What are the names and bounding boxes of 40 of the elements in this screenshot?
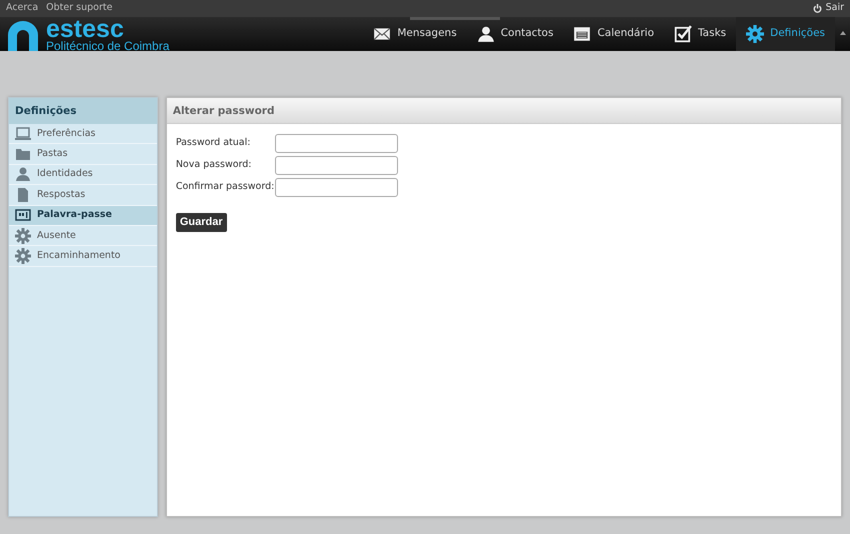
logo-subtitle: Politécnico de Coimbra xyxy=(46,40,170,52)
sidebar-item[interactable]: Encaminhamento xyxy=(9,246,157,267)
sidebar-title: Definições xyxy=(9,98,157,124)
document-icon xyxy=(15,186,31,203)
person-icon xyxy=(15,166,31,182)
nav-tab[interactable]: Definições xyxy=(736,17,835,51)
power-icon xyxy=(812,4,822,13)
password-field[interactable] xyxy=(274,178,398,197)
nav-tab[interactable]: Contactos xyxy=(466,17,564,51)
checkbox-icon xyxy=(674,25,692,43)
person-icon xyxy=(476,25,495,43)
folder-icon xyxy=(15,146,31,162)
settings-icon xyxy=(746,25,764,43)
logout-link[interactable]: Sair xyxy=(812,1,844,16)
nav-tab[interactable]: Calendário xyxy=(563,17,664,51)
nav-tab[interactable]: Tasks xyxy=(664,17,736,51)
sidebar-item[interactable]: Palavra-passe xyxy=(9,206,157,226)
sidebar-item[interactable]: Ausente xyxy=(9,226,157,246)
sidebar-item[interactable]: Pastas xyxy=(9,144,157,165)
envelope-icon xyxy=(373,25,392,43)
laptop-icon xyxy=(15,126,31,142)
calendar-icon xyxy=(573,25,592,43)
sidebar-item[interactable]: Identidades xyxy=(9,164,157,186)
header-link[interactable]: Acerca xyxy=(6,1,38,16)
nav-tab[interactable]: Mensagens xyxy=(363,17,467,51)
logo-name: estesc xyxy=(46,18,124,40)
password-field[interactable] xyxy=(274,134,398,153)
save-button[interactable]: Guardar xyxy=(176,213,227,232)
sidebar-item[interactable]: Preferências xyxy=(9,124,157,144)
header-link[interactable]: Obter suporte xyxy=(46,1,112,16)
password-field-icon xyxy=(15,207,31,224)
caret-icon[interactable] xyxy=(840,31,846,35)
panel-title: Alterar password xyxy=(166,98,841,124)
settings-icon xyxy=(15,248,31,264)
logo-icon xyxy=(8,21,38,51)
field-label: Password atual: xyxy=(176,136,252,150)
field-label: Nova password: xyxy=(176,158,252,172)
password-field[interactable] xyxy=(274,156,398,175)
field-label: Confirmar password: xyxy=(176,180,275,194)
settings-icon xyxy=(15,228,31,244)
